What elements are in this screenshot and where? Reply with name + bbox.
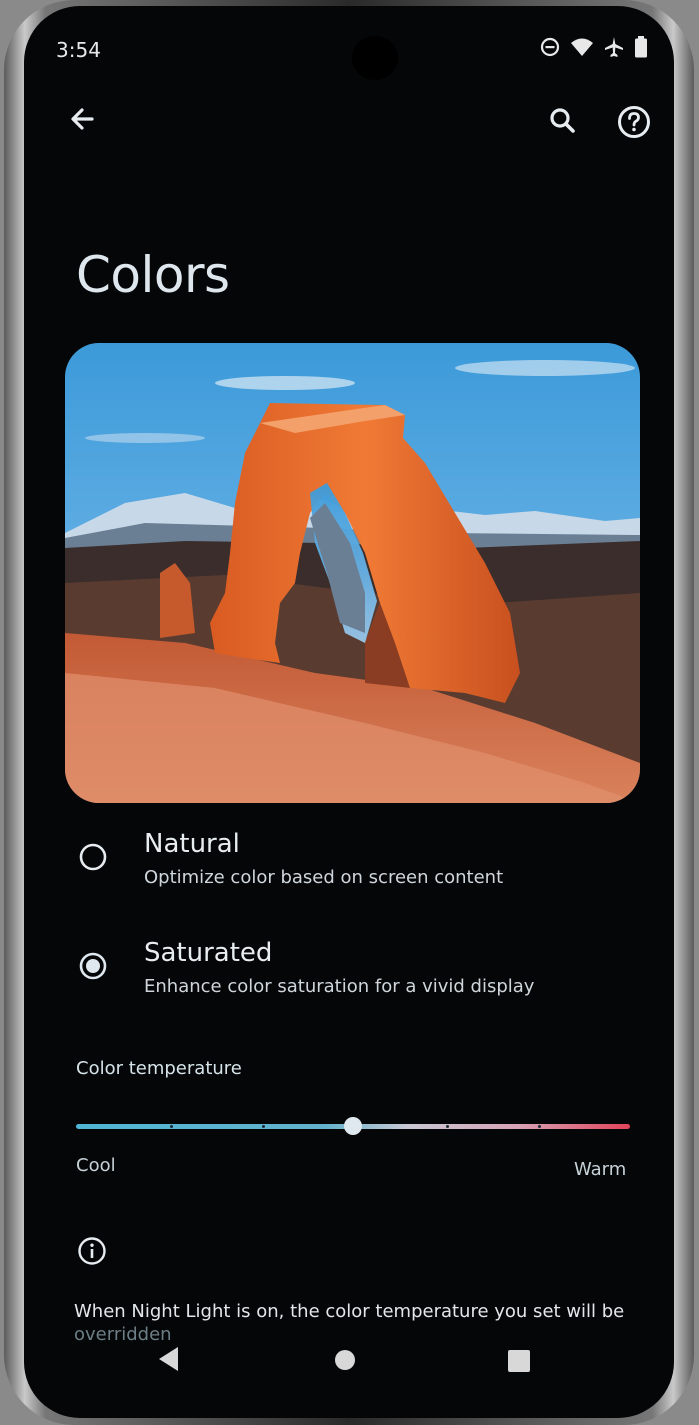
option-subtitle-saturated: Enhance color saturation for a vivid dis…: [144, 976, 535, 997]
airplane-icon: [604, 36, 624, 62]
option-title-natural: Natural: [144, 829, 240, 859]
option-title-saturated: Saturated: [144, 938, 273, 968]
search-icon: [550, 108, 575, 133]
arrow-back-icon: [71, 108, 94, 130]
slider-tick: [170, 1125, 173, 1128]
info-text-main: When Night Light is on, the color temper…: [74, 1301, 625, 1322]
radio-natural[interactable]: [79, 843, 107, 871]
page-title: Colors: [76, 246, 230, 304]
back-button[interactable]: [62, 100, 102, 140]
wifi-icon: [570, 37, 594, 61]
do-not-disturb-icon: [540, 37, 560, 61]
slider-tick: [446, 1125, 449, 1128]
info-icon: [77, 1236, 107, 1266]
slider-min-label: Cool: [76, 1155, 116, 1176]
option-subtitle-natural: Optimize color based on screen content: [144, 867, 504, 888]
nav-back-button[interactable]: [158, 1346, 180, 1376]
front-camera: [352, 36, 398, 80]
battery-icon: [634, 36, 648, 62]
info-text-faded: overridden: [74, 1324, 172, 1345]
nav-home-button[interactable]: [335, 1350, 355, 1370]
help-icon: [618, 106, 650, 138]
color-temperature-label: Color temperature: [76, 1058, 242, 1079]
radio-saturated[interactable]: [79, 952, 107, 980]
status-time: 3:54: [56, 38, 101, 62]
slider-thumb[interactable]: [344, 1117, 362, 1135]
nav-recents-button[interactable]: [508, 1350, 530, 1372]
slider-tick: [262, 1125, 265, 1128]
search-button[interactable]: [542, 100, 582, 140]
night-light-info: When Night Light is on, the color temper…: [74, 1300, 644, 1346]
color-preview-image: [65, 343, 640, 803]
nav-back-icon: [159, 1347, 178, 1371]
slider-max-label: Warm: [574, 1159, 627, 1180]
status-icons: [540, 36, 648, 62]
help-button[interactable]: [612, 100, 656, 144]
slider-tick: [538, 1125, 541, 1128]
